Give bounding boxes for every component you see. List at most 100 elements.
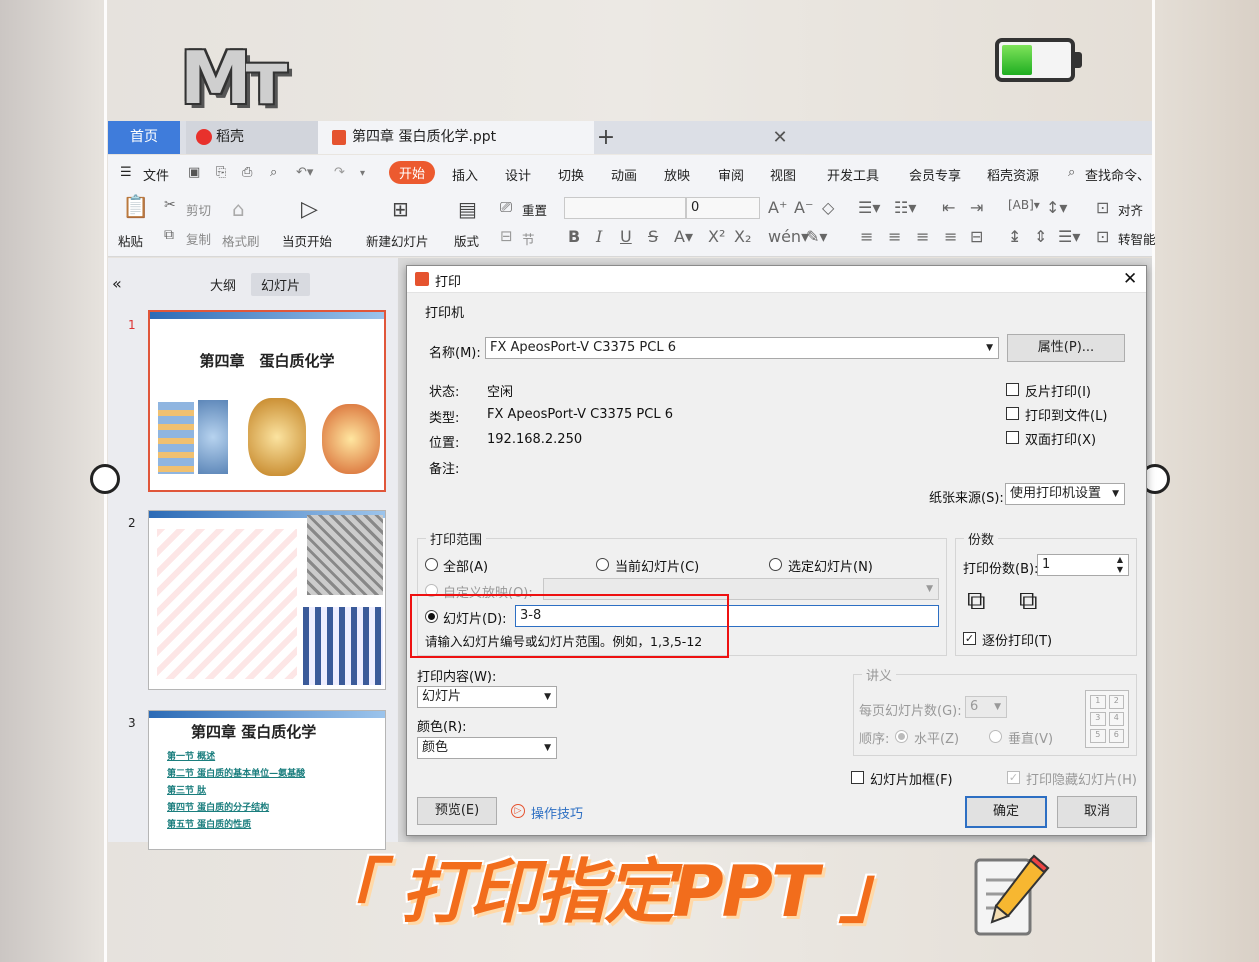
menu-docer-resources[interactable]: 稻壳资源 — [987, 165, 1039, 184]
menu-file[interactable]: 文件 — [143, 165, 169, 184]
print-hidden-checkbox[interactable]: ✓ — [1007, 771, 1020, 784]
menu-slideshow[interactable]: 放映 — [664, 165, 690, 184]
hamburger-icon[interactable]: ☰ — [120, 165, 132, 180]
print-to-file-checkbox[interactable] — [1006, 407, 1019, 420]
text-box-icon[interactable]: [AB]▾ — [1008, 198, 1040, 212]
menu-transition[interactable]: 切换 — [558, 165, 584, 184]
distribute-icon[interactable]: ⊟ — [970, 227, 983, 246]
copy-button[interactable]: 复制 — [186, 229, 211, 248]
print-preview-icon[interactable]: ⌕ — [270, 165, 277, 180]
tab-home[interactable]: 首页 — [108, 121, 180, 154]
align-button[interactable]: 对齐 — [1118, 200, 1143, 219]
layout-button[interactable]: 版式 — [454, 231, 479, 250]
subscript-icon[interactable]: X₂ — [734, 227, 751, 246]
menu-animation[interactable]: 动画 — [611, 165, 637, 184]
color-select[interactable]: 颜色 ▼ — [417, 737, 557, 759]
paper-source-select[interactable]: 使用打印机设置 ▼ — [1005, 483, 1125, 505]
search-command[interactable]: 查找命令、 — [1085, 165, 1150, 184]
slides-per-page-select[interactable]: 6 ▼ — [965, 696, 1007, 718]
highlight-icon[interactable]: ✎▾ — [806, 227, 827, 246]
italic-icon[interactable]: I — [596, 227, 602, 246]
tips-link[interactable]: 操作技巧 — [531, 803, 583, 822]
menu-member[interactable]: 会员专享 — [909, 165, 961, 184]
export-pdf-icon[interactable]: ⎘ — [216, 165, 226, 180]
print-icon[interactable]: ⎙ — [242, 165, 252, 180]
paste-button[interactable]: 粘贴 — [118, 231, 143, 250]
decrease-indent-icon[interactable]: ⇤ — [942, 198, 955, 217]
order-vertical-radio[interactable] — [989, 730, 1002, 743]
numbering-icon[interactable]: ☷▾ — [894, 198, 916, 217]
diagram-illustration — [157, 529, 297, 679]
from-current-button[interactable]: 当页开始 — [282, 231, 332, 250]
save-icon[interactable]: ▣ — [188, 165, 200, 180]
decrease-font-icon[interactable]: A⁻ — [794, 198, 813, 217]
menu-view[interactable]: 视图 — [770, 165, 796, 184]
tab-document[interactable]: 第四章 蛋白质化学.ppt ✕ — [318, 121, 788, 154]
menu-developer[interactable]: 开发工具 — [827, 165, 879, 184]
print-content-select[interactable]: 幻灯片 ▼ — [417, 686, 557, 708]
reset-button[interactable]: 重置 — [522, 200, 547, 219]
range-selected-radio[interactable] — [769, 558, 782, 571]
menu-review[interactable]: 审阅 — [718, 165, 744, 184]
copies-spinner[interactable]: 1 ▲ ▼ — [1037, 554, 1129, 576]
printer-select[interactable]: FX ApeosPort-V C3375 PCL 6 ▼ — [485, 337, 999, 359]
ok-button[interactable]: 确定 — [965, 796, 1047, 828]
search-icon[interactable]: ⌕ — [1068, 165, 1075, 180]
copy-icon: ⧉ — [164, 227, 174, 243]
superscript-icon[interactable]: X² — [708, 227, 725, 246]
align-left-icon[interactable]: ≡ — [860, 227, 873, 246]
new-slide-button[interactable]: 新建幻灯片 — [366, 231, 429, 250]
collate-checkbox[interactable]: ✓ — [963, 632, 976, 645]
slide-thumbnail-3[interactable]: 第四章 蛋白质化学 第一节 概述 第二节 蛋白质的基本单位—氨基酸 第三节 肽 … — [148, 710, 386, 850]
justify-icon[interactable]: ≡ — [944, 227, 957, 246]
reverse-print-checkbox[interactable] — [1006, 383, 1019, 396]
convert-smartart-button[interactable]: 转智能 — [1118, 229, 1156, 248]
tab-docer[interactable]: 稻壳 — [186, 121, 318, 154]
phonetic-icon[interactable]: wén▾ — [768, 227, 809, 246]
printer-properties-button[interactable]: 属性(P)... — [1007, 334, 1125, 362]
undo-icon[interactable]: ↶▾ — [296, 165, 313, 180]
increase-font-icon[interactable]: A⁺ — [768, 198, 787, 217]
order-horizontal-radio[interactable] — [895, 730, 908, 743]
collapse-panel-icon[interactable]: « — [112, 274, 122, 293]
paste-icon[interactable]: 📋 — [122, 195, 149, 220]
slide-thumbnail-2[interactable] — [148, 510, 386, 690]
menu-start[interactable]: 开始 — [389, 161, 436, 184]
font-name-select[interactable] — [564, 197, 686, 219]
paragraph-spacing-icon[interactable]: ⇕ — [1034, 227, 1047, 246]
line-spacing-icon[interactable]: ↨ — [1008, 227, 1021, 246]
format-painter-button[interactable]: 格式刷 — [222, 231, 260, 250]
range-current-radio[interactable] — [596, 558, 609, 571]
cancel-button[interactable]: 取消 — [1057, 796, 1137, 828]
bold-icon[interactable]: B — [568, 227, 580, 246]
preview-button[interactable]: 预览(E) — [417, 797, 497, 825]
clear-format-icon[interactable]: ◇ — [822, 198, 834, 217]
menu-insert[interactable]: 插入 — [452, 165, 478, 184]
align-right-icon[interactable]: ≡ — [916, 227, 929, 246]
cut-button[interactable]: 剪切 — [186, 200, 211, 219]
column-icon[interactable]: ☰▾ — [1058, 227, 1080, 246]
align-center-icon[interactable]: ≡ — [888, 227, 901, 246]
increase-indent-icon[interactable]: ⇥ — [970, 198, 983, 217]
range-all-radio[interactable] — [425, 558, 438, 571]
section-button[interactable]: 节 — [522, 229, 535, 248]
new-tab-icon[interactable]: + — [594, 121, 618, 154]
close-tab-icon[interactable]: ✕ — [770, 121, 790, 154]
duplex-checkbox[interactable] — [1006, 431, 1019, 444]
font-color-icon[interactable]: A▾ — [674, 227, 693, 246]
tab-slides[interactable]: 幻灯片 — [251, 273, 311, 296]
tab-outline[interactable]: 大纲 — [210, 275, 236, 294]
color-label: 颜色(R): — [417, 720, 467, 735]
strikethrough-icon[interactable]: S — [648, 227, 658, 246]
redo-icon[interactable]: ↷ — [334, 165, 345, 180]
close-dialog-icon[interactable]: ✕ — [1123, 269, 1137, 289]
slide-thumbnail-1[interactable]: 第四章 蛋白质化学 — [148, 310, 386, 492]
text-direction-icon[interactable]: ↕▾ — [1046, 198, 1067, 217]
frame-slides-checkbox[interactable] — [851, 771, 864, 784]
underline-icon[interactable]: U — [620, 227, 632, 246]
resize-handle-left[interactable] — [90, 464, 120, 494]
customize-icon[interactable]: ▾ — [360, 168, 365, 179]
bullets-icon[interactable]: ☰▾ — [858, 198, 880, 217]
font-size-select[interactable]: 0 — [686, 197, 760, 219]
menu-design[interactable]: 设计 — [505, 165, 531, 184]
